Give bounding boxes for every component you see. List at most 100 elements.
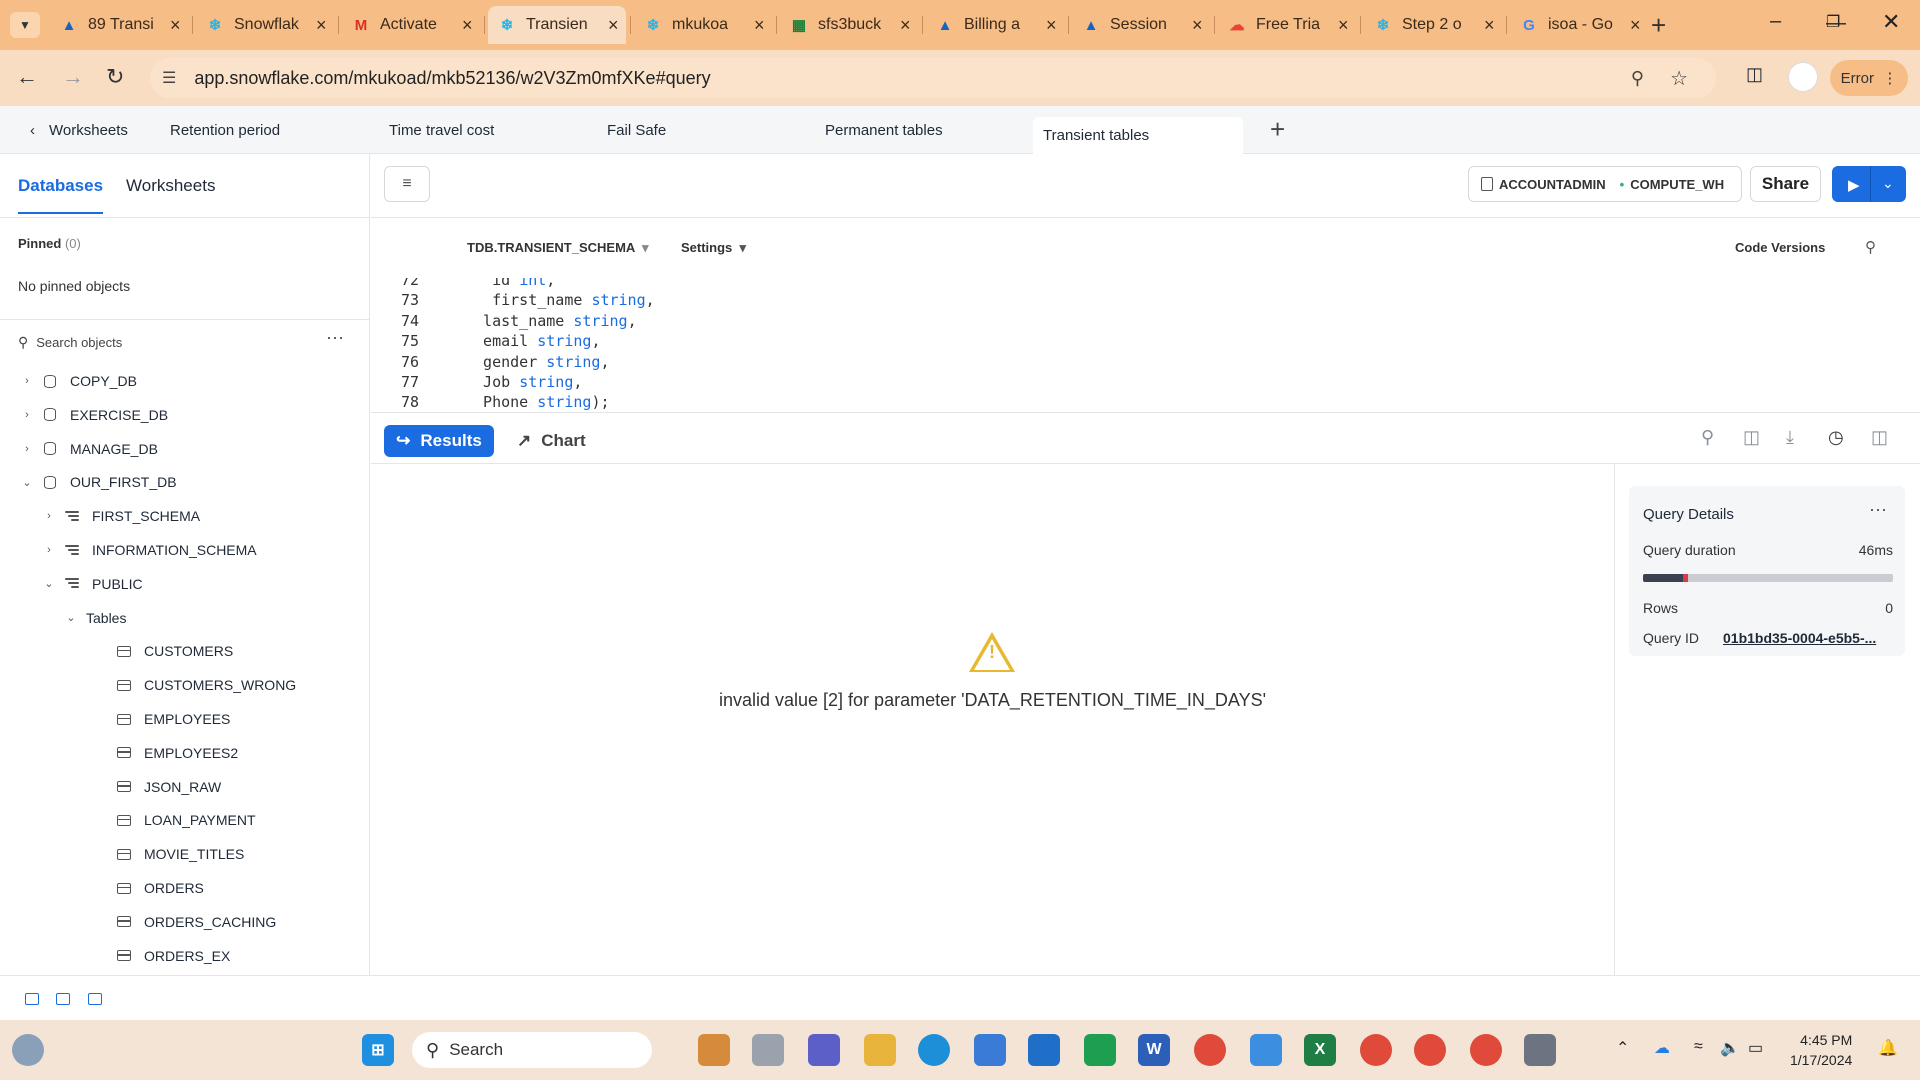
context-selector[interactable]: TDB.TRANSIENT_SCHEMA ▾ <box>467 240 649 256</box>
chrome-profile-3-icon[interactable] <box>1470 1034 1502 1066</box>
filter-sliders-icon[interactable]: ≡ <box>384 166 430 202</box>
tree-item-db[interactable]: ⌄ OUR_FIRST_DB <box>20 465 176 499</box>
close-tab-icon[interactable]: × <box>608 15 619 36</box>
tree-item-table[interactable]: CUSTOMERS <box>86 634 233 668</box>
history-clock-icon[interactable]: ◷ <box>1828 427 1844 448</box>
browser-tab[interactable]: ☁ Free Tria × <box>1218 6 1356 44</box>
layout-bottom-icon[interactable] <box>88 993 102 1005</box>
tab-databases[interactable]: Databases <box>18 176 104 214</box>
chevron-right-icon[interactable]: › <box>20 409 34 421</box>
zoom-icon[interactable]: ⚲ <box>1631 68 1644 89</box>
tree-item-table[interactable]: EMPLOYEES <box>86 702 230 736</box>
onedrive-icon[interactable]: ☁ <box>1654 1038 1670 1058</box>
code-line[interactable]: 74 last_name string, <box>371 311 1920 331</box>
tree-item-schema[interactable]: ⌄ PUBLIC <box>42 567 142 601</box>
layout-left-icon[interactable] <box>25 993 39 1005</box>
code-versions-button[interactable]: Code Versions <box>1735 240 1825 255</box>
forward-icon[interactable]: → <box>62 64 84 90</box>
task-view-icon[interactable] <box>752 1034 784 1066</box>
mail-icon[interactable] <box>1028 1034 1060 1066</box>
sql-editor[interactable]: 72 id int, 73 first_name string, 74 last_n… <box>371 278 1920 412</box>
tree-item-table[interactable]: MOVIE_TITLES <box>86 837 244 871</box>
tree-item-table[interactable]: ORDERS_CACHING <box>86 905 276 939</box>
browser-tab[interactable]: ▲ 89 Transi × <box>50 6 188 44</box>
photos-icon[interactable] <box>1250 1034 1282 1066</box>
restore-icon[interactable]: ❐ <box>1826 12 1840 32</box>
close-tab-icon[interactable]: × <box>1338 15 1349 36</box>
close-tab-icon[interactable]: × <box>462 15 473 36</box>
search-results-icon[interactable]: ⚲ <box>1701 427 1714 448</box>
profile-avatar[interactable] <box>1788 62 1818 92</box>
browser-tab[interactable]: ▦ sfs3buck × <box>780 6 918 44</box>
chevron-right-icon[interactable]: › <box>42 544 56 556</box>
tree-item-schema[interactable]: › INFORMATION_SCHEMA <box>42 533 256 567</box>
browser-tab[interactable]: ❄ mkukoa × <box>634 6 772 44</box>
search-objects-input[interactable]: ⚲ Search objects <box>18 334 122 351</box>
chevron-down-icon[interactable]: ⌄ <box>42 577 56 590</box>
close-tab-icon[interactable]: × <box>1192 15 1203 36</box>
weather-icon[interactable] <box>12 1034 44 1066</box>
run-button[interactable]: ▶ ⌄ <box>1832 166 1906 202</box>
tree-item-db[interactable]: › EXERCISE_DB <box>20 398 168 432</box>
more-options-icon[interactable]: ⋯ <box>1869 500 1887 521</box>
settings-gear-icon[interactable] <box>1524 1034 1556 1066</box>
browser-tab[interactable]: ▲ Session × <box>1072 6 1210 44</box>
close-tab-icon[interactable]: × <box>1046 15 1057 36</box>
file-explorer-icon[interactable] <box>864 1034 896 1066</box>
layout-top-icon[interactable] <box>56 993 70 1005</box>
excel-icon[interactable]: X <box>1304 1034 1336 1066</box>
browser-tab[interactable]: ❄ Step 2 o × <box>1364 6 1502 44</box>
back-to-worksheets[interactable]: ‹ Worksheets <box>30 106 128 154</box>
tab-permanent-tables[interactable]: Permanent tables <box>825 106 943 154</box>
close-tab-icon[interactable]: × <box>900 15 911 36</box>
copilot-app-icon[interactable] <box>698 1034 730 1066</box>
code-line[interactable]: 73 first_name string, <box>371 290 1920 310</box>
columns-icon[interactable]: ◫ <box>1743 427 1760 448</box>
results-tab[interactable]: ↪ Results <box>384 425 494 457</box>
code-line[interactable]: 72 id int, <box>371 278 1920 290</box>
tree-item-db[interactable]: › COPY_DB <box>20 364 137 398</box>
tree-item-table[interactable]: ORDERS_EX <box>86 939 230 973</box>
browser-tab[interactable]: ❄ Snowflak × <box>196 6 334 44</box>
battery-icon[interactable]: ▭ <box>1748 1038 1763 1058</box>
side-panel-icon[interactable]: ◫ <box>1746 64 1763 85</box>
browser-tab[interactable]: ❄ Transien × <box>488 6 626 44</box>
edge-icon[interactable] <box>918 1034 950 1066</box>
tab-transient-tables[interactable]: Transient tables <box>1033 117 1243 154</box>
reload-icon[interactable]: ↻ <box>106 64 124 90</box>
minimize-icon-2[interactable]: – <box>1770 10 1781 33</box>
editor-search-icon[interactable]: ⚲ <box>1865 238 1876 256</box>
clock[interactable]: 4:45 PM 1/17/2024 <box>1790 1030 1852 1070</box>
tab-fail-safe[interactable]: Fail Safe <box>607 106 666 154</box>
chevron-down-icon[interactable]: ⌄ <box>64 611 78 624</box>
tree-item-table[interactable]: JSON_RAW <box>86 770 221 804</box>
download-icon[interactable]: ⤓ <box>1786 427 1794 448</box>
new-tab-button[interactable]: + <box>1651 12 1666 38</box>
close-tab-icon[interactable]: × <box>170 15 181 36</box>
add-worksheet-button[interactable]: + <box>1270 114 1285 145</box>
close-tab-icon[interactable]: × <box>1630 15 1641 36</box>
query-id-link[interactable]: 01b1bd35-0004-e5b5-... <box>1723 630 1876 646</box>
tree-item-table[interactable]: LOAN_PAYMENT <box>86 803 256 837</box>
chevron-down-icon[interactable]: ⌄ <box>1882 175 1894 192</box>
word-icon[interactable]: W <box>1138 1034 1170 1066</box>
browser-tab[interactable]: ▲ Billing a × <box>926 6 1064 44</box>
tab-retention-period[interactable]: Retention period <box>170 106 280 154</box>
taskbar-search[interactable]: ⚲ Search <box>412 1032 652 1068</box>
chevron-down-icon[interactable]: ⌄ <box>20 476 34 489</box>
browser-tab[interactable]: M Activate × <box>342 6 480 44</box>
error-button[interactable]: Error ⋮ <box>1830 60 1908 96</box>
chrome-profile-icon[interactable] <box>1360 1034 1392 1066</box>
site-info-icon[interactable]: ☰ <box>162 68 176 88</box>
notification-bell-icon[interactable]: 🔔 <box>1878 1038 1898 1058</box>
chart-tab[interactable]: ↗ Chart <box>517 431 586 451</box>
code-line[interactable]: 77 Job string, <box>371 372 1920 392</box>
bookmark-star-icon[interactable]: ☆ <box>1670 66 1688 91</box>
url-bar[interactable]: ☰ app.snowflake.com/mkukoad/mkb52136/w2V… <box>150 58 1716 98</box>
close-tab-icon[interactable]: × <box>754 15 765 36</box>
toggle-panel-icon[interactable]: ◫ <box>1871 427 1888 448</box>
tree-item-table[interactable]: CUSTOMERS_WRONG <box>86 668 296 702</box>
close-window-icon[interactable]: ✕ <box>1882 9 1900 35</box>
code-line[interactable]: 75 email string, <box>371 331 1920 351</box>
share-button[interactable]: Share <box>1750 166 1821 202</box>
